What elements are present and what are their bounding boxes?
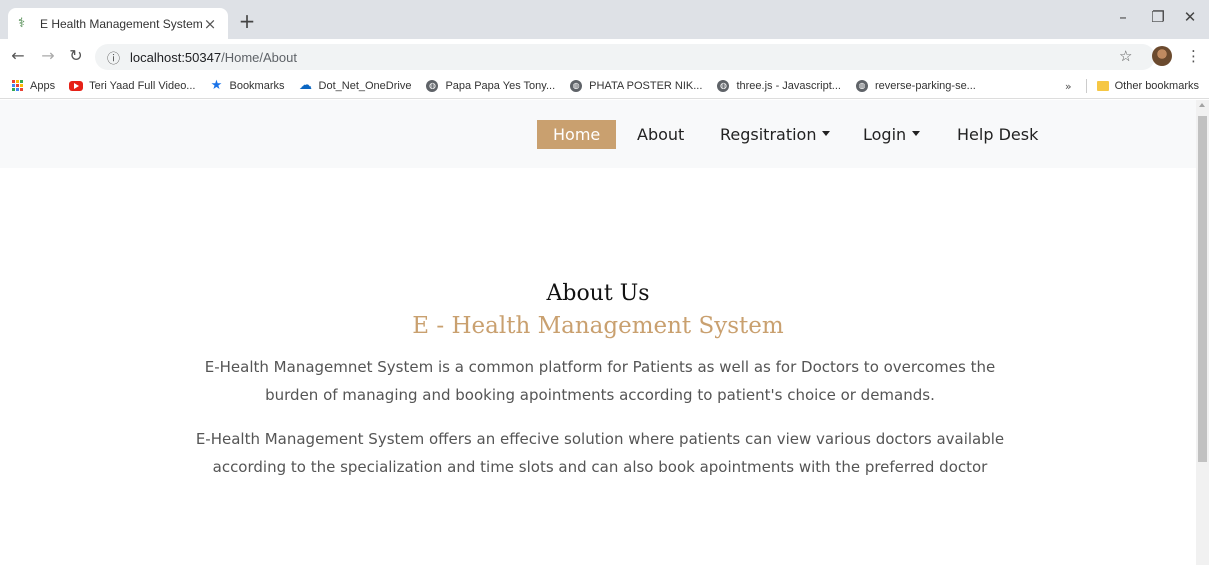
page-title: About Us — [546, 281, 650, 306]
bookmarks-overflow: » Other bookmarks — [1065, 73, 1199, 99]
bookmark-onedrive[interactable]: ☁ Dot_Net_OneDrive — [299, 78, 412, 93]
back-arrow-icon[interactable]: ← — [8, 46, 28, 66]
scroll-up-arrow-icon[interactable] — [1199, 103, 1205, 107]
new-tab-button[interactable]: + — [236, 10, 258, 32]
folder-icon — [1096, 81, 1109, 91]
bookmark-label: Apps — [30, 79, 56, 92]
forward-arrow-icon[interactable]: → — [38, 46, 58, 66]
nav-login-dropdown[interactable]: Login — [863, 120, 921, 149]
divider — [1085, 79, 1087, 93]
address-bar[interactable]: ⓘ localhost:50347/Home/About — [95, 44, 1155, 70]
star-icon: ★ — [210, 78, 223, 93]
profile-avatar[interactable] — [1152, 46, 1172, 66]
page-subtitle: E - Health Management System — [412, 313, 784, 339]
cloud-icon: ☁ — [299, 78, 313, 93]
caret-down-icon — [912, 131, 921, 136]
nav-about[interactable]: About — [637, 120, 684, 149]
nav-registration-label: Regsitration — [720, 125, 817, 144]
page-viewport: Home About Regsitration Login Help Desk … — [0, 100, 1196, 565]
youtube-icon — [69, 79, 84, 93]
scrollbar-thumb[interactable] — [1198, 116, 1207, 462]
globe-icon: ◍ — [569, 79, 583, 93]
other-bookmarks[interactable]: Other bookmarks — [1115, 80, 1199, 92]
nav-home[interactable]: Home — [537, 120, 617, 149]
url-text: localhost:50347/Home/About — [130, 49, 297, 65]
medical-favicon-icon: ⚕ — [18, 15, 26, 31]
bookmark-label: three.js - Javascript... — [736, 79, 841, 92]
globe-icon: ◍ — [855, 79, 869, 93]
chevron-double-right-icon[interactable]: » — [1065, 80, 1072, 93]
vertical-scrollbar[interactable] — [1196, 100, 1209, 565]
bookmark-phata-poster[interactable]: ◍ PHATA POSTER NIK... — [569, 79, 702, 93]
nav-help-desk[interactable]: Help Desk — [957, 120, 1038, 149]
close-tab-icon[interactable]: × — [202, 15, 218, 33]
info-icon[interactable]: ⓘ — [107, 48, 120, 67]
bookmark-reverse-parking[interactable]: ◍ reverse-parking-se... — [855, 79, 976, 93]
reload-icon[interactable]: ↻ — [66, 46, 86, 66]
bookmark-label: Bookmarks — [229, 79, 285, 92]
about-paragraph-2: E-Health Management System offers an eff… — [195, 430, 1005, 476]
bookmark-bookmarks[interactable]: ★ Bookmarks — [209, 78, 285, 93]
bookmark-threejs[interactable]: ◍ three.js - Javascript... — [716, 79, 841, 93]
bookmark-label: reverse-parking-se... — [874, 79, 976, 92]
close-window-icon[interactable]: ✕ — [1180, 8, 1200, 26]
browser-menu-icon[interactable]: ⋮ — [1186, 47, 1201, 65]
bookmark-label: Teri Yaad Full Video... — [89, 79, 196, 92]
bookmark-label: Papa Papa Yes Tony... — [445, 79, 556, 92]
nav-registration-dropdown[interactable]: Regsitration — [720, 120, 831, 149]
bookmark-apps[interactable]: Apps — [10, 79, 55, 93]
about-paragraph-1: E-Health Managemnet System is a common p… — [204, 358, 996, 404]
bookmark-teri-yaad[interactable]: Teri Yaad Full Video... — [69, 79, 195, 93]
site-navbar: Home About Regsitration Login Help Desk — [0, 100, 1196, 168]
tab-title: E Health Management System — [40, 16, 202, 31]
bookmark-label: PHATA POSTER NIK... — [589, 79, 703, 92]
nav-login-label: Login — [863, 125, 907, 144]
bookmark-papa-papa[interactable]: ◍ Papa Papa Yes Tony... — [425, 79, 555, 93]
browser-tab[interactable]: ⚕ E Health Management System × — [8, 8, 228, 39]
apps-grid-icon — [10, 79, 24, 93]
caret-down-icon — [822, 131, 831, 136]
bookmark-label: Dot_Net_OneDrive — [318, 79, 412, 92]
browser-toolbar: ← → ↻ ⓘ localhost:50347/Home/About ☆ ⋮ — [0, 39, 1209, 73]
globe-icon: ◍ — [716, 79, 730, 93]
bookmark-star-icon[interactable]: ☆ — [1119, 47, 1132, 65]
bookmarks-bar: Apps Teri Yaad Full Video... ★ Bookmarks… — [0, 73, 1209, 99]
restore-icon[interactable]: ❐ — [1148, 8, 1168, 26]
browser-tab-strip: ⚕ E Health Management System × + – ❐ ✕ — [0, 0, 1209, 39]
globe-icon: ◍ — [425, 79, 439, 93]
minimize-icon[interactable]: – — [1113, 8, 1133, 26]
